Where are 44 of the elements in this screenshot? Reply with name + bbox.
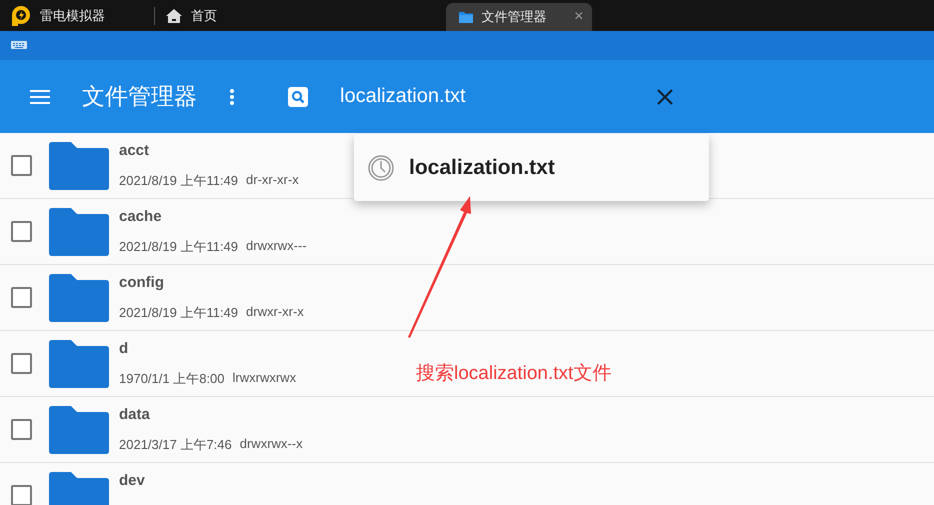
annotation-text: 搜索localization.txt文件 bbox=[416, 362, 612, 386]
checkbox[interactable] bbox=[11, 353, 32, 374]
folder-icon bbox=[49, 406, 109, 454]
file-name: config bbox=[119, 274, 165, 290]
folder-icon bbox=[49, 340, 109, 388]
home-icon bbox=[165, 8, 183, 24]
file-permissions: drwxrwx--- bbox=[246, 238, 307, 254]
file-name: d bbox=[119, 340, 130, 356]
checkbox[interactable] bbox=[11, 485, 32, 505]
keyboard-icon bbox=[11, 40, 27, 50]
file-name: acct bbox=[119, 142, 150, 158]
file-permissions: drwxrwx--x bbox=[240, 436, 303, 452]
file-name: data bbox=[119, 406, 151, 422]
checkbox[interactable] bbox=[11, 287, 32, 308]
checkbox[interactable] bbox=[11, 419, 32, 440]
search-field[interactable]: localization.txt bbox=[340, 85, 630, 108]
menu-icon[interactable] bbox=[30, 88, 50, 104]
search-icon bbox=[288, 86, 308, 106]
clock-icon bbox=[368, 154, 394, 180]
file-date: 2021/8/19 上午11:49 bbox=[119, 172, 238, 190]
file-permissions: lrwxrwxrwx bbox=[232, 370, 296, 386]
file-permissions: dr-xr-xr-x bbox=[246, 172, 299, 188]
folder-icon bbox=[49, 208, 109, 256]
emulator-tab[interactable]: 雷电模拟器 bbox=[8, 0, 148, 31]
folder-icon bbox=[49, 142, 109, 190]
folder-icon bbox=[49, 274, 109, 322]
lightning-logo-icon bbox=[10, 4, 32, 26]
emulator-tab[interactable]: 文件管理器 × bbox=[446, 3, 592, 31]
file-date: 2021/8/19 上午11:49 bbox=[119, 304, 238, 322]
suggestion-item[interactable]: localization.txt bbox=[354, 154, 555, 180]
close-button[interactable]: × bbox=[574, 8, 584, 26]
checkbox[interactable] bbox=[11, 221, 32, 242]
folder-icon bbox=[458, 10, 474, 24]
file-date: 2021/3/17 上午7:46 bbox=[119, 436, 232, 454]
emulator-tab[interactable]: 首页 bbox=[163, 0, 303, 31]
app-title: 文件管理器 bbox=[82, 82, 197, 111]
file-date: 2021/8/19 上午11:49 bbox=[119, 238, 238, 256]
file-date: 1970/1/1 上午8:00 bbox=[119, 370, 225, 388]
more-options-icon[interactable] bbox=[229, 88, 235, 106]
file-name: dev bbox=[119, 472, 145, 488]
file-name: cache bbox=[119, 208, 163, 224]
file-permissions: drwxr-xr-x bbox=[246, 304, 304, 320]
close-icon[interactable] bbox=[656, 88, 674, 106]
checkbox[interactable] bbox=[11, 155, 32, 176]
